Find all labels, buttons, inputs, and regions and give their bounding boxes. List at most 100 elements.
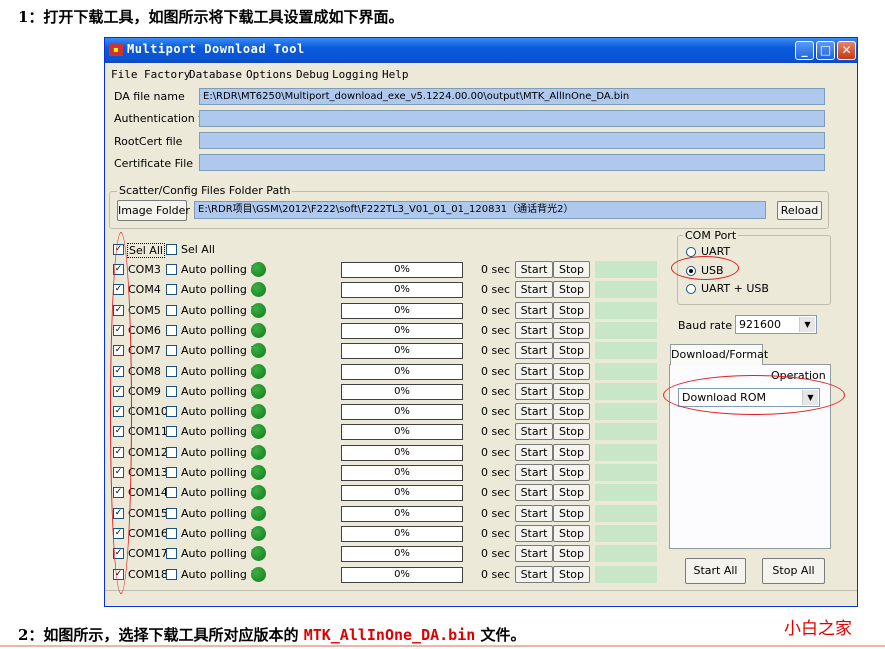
status-cell [595,524,657,542]
start-button[interactable]: Start [515,382,553,400]
start-button[interactable]: Start [515,545,553,563]
start-button[interactable]: Start [515,423,553,441]
auto-polling-checkbox[interactable] [166,385,177,397]
minimize-button[interactable]: _ [795,41,814,60]
menu-factory[interactable]: Factory [144,68,190,81]
close-button[interactable]: ✕ [837,41,856,60]
scatter-path-field[interactable]: E:\RDR项目\GSM\2012\F222\soft\F222TL3_V01_… [194,201,766,219]
status-bar [105,590,857,607]
image-folder-button[interactable]: Image Folder [117,200,190,221]
stop-button[interactable]: Stop [553,362,590,380]
menu-logging[interactable]: Logging [332,68,378,81]
stop-button[interactable]: Stop [553,545,590,563]
start-button[interactable]: Start [515,464,553,481]
auto-polling-label: Auto polling 8 [181,364,258,378]
auto-polling-checkbox[interactable] [166,345,177,357]
auto-polling-checkbox[interactable] [166,548,177,560]
start-button[interactable]: Start [515,281,553,299]
stop-button[interactable]: Stop [553,342,590,360]
stop-button[interactable]: Stop [553,443,590,461]
elapsed-time: 0 sec [481,526,511,540]
stop-button[interactable]: Stop [553,261,590,278]
auto-polling-checkbox[interactable] [166,426,177,438]
step2-prefix: 2：如图所示，选择下载工具所对应版本的 [18,626,299,644]
auto-polling-checkbox[interactable] [166,324,177,336]
stop-button[interactable]: Stop [553,321,590,339]
menu-help[interactable]: Help [382,68,409,81]
auto-polling-checkbox[interactable] [166,406,177,418]
progress-bar: 0% [341,485,463,502]
radio-uart-usb[interactable] [686,284,696,294]
tab-download-format[interactable]: Download/Format [670,344,768,365]
auto-polling-checkbox[interactable] [166,446,177,458]
cert-file-field[interactable] [199,154,825,171]
stop-button[interactable]: Stop [553,423,590,441]
com-port-label: COM Port [683,229,739,242]
sel-all-label-2: Sel All [181,243,215,256]
com-port-label: COM14 [128,486,168,500]
minimize-icon: _ [801,43,808,57]
menu-file[interactable]: File [111,68,138,81]
stop-button[interactable]: Stop [553,301,590,319]
progress-bar: 0% [341,465,463,481]
progress-bar: 0% [341,444,463,461]
start-button[interactable]: Start [515,301,553,319]
start-button[interactable]: Start [515,403,553,421]
stop-button[interactable]: Stop [553,281,590,299]
com-port-label: COM13 [128,466,168,479]
auth-file-field[interactable] [199,110,825,127]
progress-bar: 0% [341,363,463,380]
title-bar[interactable]: ▪ Multiport Download Tool _ □ ✕ [105,38,857,63]
start-button[interactable]: Start [515,443,553,461]
step1-text: 1：打开下载工具，如图所示将下载工具设置成如下界面。 [18,8,404,26]
auto-polling-checkbox[interactable] [166,568,177,580]
auto-polling-label: Auto polling 5 [181,303,258,317]
auto-polling-checkbox[interactable] [166,507,177,519]
maximize-button[interactable]: □ [816,41,835,60]
sel-all-checkbox-2[interactable] [166,244,177,255]
auto-polling-label: Auto polling 4 [181,283,258,297]
auto-polling-checkbox[interactable] [166,467,177,478]
rootcert-file-field[interactable] [199,132,825,149]
auto-polling-checkbox[interactable] [166,487,177,499]
elapsed-time: 0 sec [481,567,511,581]
status-led-icon [251,383,266,399]
menu-debug[interactable]: Debug [296,68,329,81]
auto-polling-checkbox[interactable] [166,304,177,316]
stop-button[interactable]: Stop [553,484,590,502]
baud-rate-select[interactable]: 921600 ▼ [735,315,817,334]
com-port-label: COM7 [128,344,161,358]
start-button[interactable]: Start [515,484,553,502]
start-button[interactable]: Start [515,362,553,380]
menu-options[interactable]: Options [246,68,292,81]
elapsed-time: 0 sec [481,466,511,479]
menu-database[interactable]: Database [189,68,242,81]
elapsed-time: 0 sec [481,323,511,337]
stop-button[interactable]: Stop [553,403,590,421]
window-title: Multiport Download Tool [127,42,305,56]
stop-button[interactable]: Stop [553,565,590,583]
auto-polling-checkbox[interactable] [166,365,177,377]
start-button[interactable]: Start [515,565,553,583]
start-button[interactable]: Start [515,524,553,542]
stop-all-button[interactable]: Stop All [762,558,825,584]
start-button[interactable]: Start [515,321,553,339]
da-file-field[interactable]: E:\RDR\MT6250\Multiport_download_exe_v5.… [199,88,825,105]
start-button[interactable]: Start [515,261,553,278]
stop-button[interactable]: Stop [553,464,590,481]
auto-polling-checkbox[interactable] [166,284,177,296]
auto-polling-label: Auto polling 6 [181,323,258,337]
start-all-button[interactable]: Start All [685,558,746,584]
status-cell [595,342,657,360]
stop-button[interactable]: Stop [553,504,590,522]
start-button[interactable]: Start [515,504,553,522]
start-button[interactable]: Start [515,342,553,360]
progress-bar: 0% [341,525,463,542]
reload-button[interactable]: Reload [777,201,822,220]
auto-polling-checkbox[interactable] [166,527,177,539]
status-cell [595,403,657,421]
stop-button[interactable]: Stop [553,382,590,400]
auto-polling-checkbox[interactable] [166,264,177,275]
stop-button[interactable]: Stop [553,524,590,542]
status-cell [595,504,657,522]
